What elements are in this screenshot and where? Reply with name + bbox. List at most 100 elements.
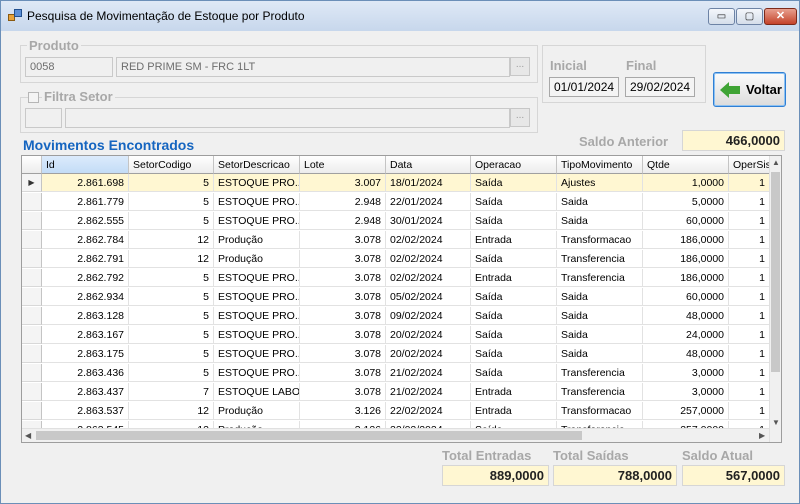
cell-setor-descricao[interactable]: ESTOQUE PRO...: [214, 307, 300, 325]
cell-lote[interactable]: 3.078: [300, 307, 386, 325]
cell-qtde[interactable]: 24,0000: [643, 326, 729, 344]
minimize-button[interactable]: ▭: [708, 8, 735, 25]
row-header[interactable]: [22, 364, 42, 382]
table-row[interactable]: 2.863.167 5 ESTOQUE PRO... 3.078 20/02/2024 S…: [22, 326, 770, 344]
cell-setor-codigo[interactable]: 5: [129, 326, 214, 344]
column-header-setor-descricao[interactable]: SetorDescricao: [214, 156, 300, 174]
cell-qtde[interactable]: 257,0000: [643, 402, 729, 420]
cell-setor-codigo[interactable]: 12: [129, 250, 214, 268]
cell-setor-descricao[interactable]: ESTOQUE PRO...: [214, 345, 300, 363]
cell-oper-sist[interactable]: 1: [729, 212, 770, 230]
cell-lote[interactable]: 3.007: [300, 174, 386, 192]
cell-lote[interactable]: 2.948: [300, 212, 386, 230]
cell-tipo-movimento[interactable]: Transferencia: [557, 383, 643, 401]
voltar-button[interactable]: Voltar: [713, 72, 786, 107]
cell-setor-codigo[interactable]: 7: [129, 383, 214, 401]
cell-setor-codigo[interactable]: 5: [129, 193, 214, 211]
column-header-data[interactable]: Data: [386, 156, 471, 174]
scroll-down-icon[interactable]: ▼: [772, 419, 780, 427]
cell-data[interactable]: 20/02/2024: [386, 345, 471, 363]
cell-oper-sist[interactable]: 1: [729, 326, 770, 344]
cell-tipo-movimento[interactable]: Transformacao: [557, 402, 643, 420]
cell-id[interactable]: 2.863.167: [42, 326, 129, 344]
cell-qtde[interactable]: 186,0000: [643, 250, 729, 268]
cell-setor-codigo[interactable]: 12: [129, 402, 214, 420]
cell-operacao[interactable]: Saída: [471, 212, 557, 230]
cell-tipo-movimento[interactable]: Transferencia: [557, 364, 643, 382]
cell-lote[interactable]: 3.126: [300, 402, 386, 420]
cell-oper-sist[interactable]: 1: [729, 402, 770, 420]
cell-id[interactable]: 2.863.437: [42, 383, 129, 401]
cell-qtde[interactable]: 186,0000: [643, 231, 729, 249]
cell-lote[interactable]: 3.078: [300, 269, 386, 287]
cell-tipo-movimento[interactable]: Saida: [557, 288, 643, 306]
cell-id[interactable]: 2.862.934: [42, 288, 129, 306]
scroll-right-icon[interactable]: ▶: [759, 432, 765, 440]
column-header-setor-codigo[interactable]: SetorCodigo: [129, 156, 214, 174]
cell-data[interactable]: 02/02/2024: [386, 250, 471, 268]
cell-oper-sist[interactable]: 1: [729, 269, 770, 287]
cell-oper-sist[interactable]: 1: [729, 288, 770, 306]
cell-lote[interactable]: 3.078: [300, 231, 386, 249]
column-header-operacao[interactable]: Operacao: [471, 156, 557, 174]
cell-tipo-movimento[interactable]: Saida: [557, 307, 643, 325]
cell-lote[interactable]: 3.078: [300, 250, 386, 268]
column-header-lote[interactable]: Lote: [300, 156, 386, 174]
cell-setor-descricao[interactable]: ESTOQUE PRO...: [214, 269, 300, 287]
cell-setor-descricao[interactable]: ESTOQUE PRO...: [214, 212, 300, 230]
table-row[interactable]: 2.863.437 7 ESTOQUE LABO... 3.078 21/02/2024…: [22, 383, 770, 401]
cell-lote[interactable]: 3.078: [300, 383, 386, 401]
table-row[interactable]: 2.862.791 12 Produção 3.078 02/02/2024 Saída T…: [22, 250, 770, 268]
cell-id[interactable]: 2.861.698: [42, 174, 129, 192]
cell-operacao[interactable]: Entrada: [471, 231, 557, 249]
cell-qtde[interactable]: 1,0000: [643, 174, 729, 192]
column-header-id[interactable]: Id: [42, 156, 129, 174]
cell-operacao[interactable]: Saída: [471, 307, 557, 325]
cell-id[interactable]: 2.863.537: [42, 402, 129, 420]
row-header[interactable]: [22, 193, 42, 211]
cell-tipo-movimento[interactable]: Saida: [557, 345, 643, 363]
cell-setor-codigo[interactable]: 5: [129, 269, 214, 287]
cell-oper-sist[interactable]: 1: [729, 174, 770, 192]
cell-id[interactable]: 2.863.128: [42, 307, 129, 325]
cell-id[interactable]: 2.863.436: [42, 364, 129, 382]
horizontal-scroll-thumb[interactable]: [36, 431, 582, 440]
cell-data[interactable]: 20/02/2024: [386, 326, 471, 344]
cell-setor-descricao[interactable]: ESTOQUE PRO...: [214, 364, 300, 382]
cell-id[interactable]: 2.862.791: [42, 250, 129, 268]
close-button[interactable]: ✕: [764, 8, 797, 25]
setor-name-field[interactable]: [65, 108, 510, 128]
cell-lote[interactable]: 3.078: [300, 288, 386, 306]
cell-operacao[interactable]: Entrada: [471, 269, 557, 287]
cell-setor-descricao[interactable]: Produção: [214, 250, 300, 268]
setor-code-field[interactable]: [25, 108, 62, 128]
filtra-setor-checkbox[interactable]: [28, 92, 39, 103]
maximize-button[interactable]: ▢: [736, 8, 763, 25]
cell-setor-codigo[interactable]: 12: [129, 231, 214, 249]
cell-oper-sist[interactable]: 1: [729, 231, 770, 249]
row-header[interactable]: [22, 345, 42, 363]
cell-oper-sist[interactable]: 1: [729, 345, 770, 363]
cell-data[interactable]: 22/01/2024: [386, 193, 471, 211]
cell-oper-sist[interactable]: 1: [729, 193, 770, 211]
cell-id[interactable]: 2.862.784: [42, 231, 129, 249]
cell-setor-codigo[interactable]: 5: [129, 174, 214, 192]
table-row[interactable]: ▶ 2.861.698 5 ESTOQUE PRO... 3.007 18/01/2024…: [22, 174, 770, 192]
row-header[interactable]: [22, 231, 42, 249]
table-row[interactable]: 2.863.175 5 ESTOQUE PRO... 3.078 20/02/2024 S…: [22, 345, 770, 363]
produto-lookup-button[interactable]: ...: [510, 57, 530, 76]
row-header[interactable]: [22, 307, 42, 325]
current-row-indicator-icon[interactable]: ▶: [22, 174, 42, 192]
cell-data[interactable]: 05/02/2024: [386, 288, 471, 306]
row-header[interactable]: [22, 326, 42, 344]
cell-qtde[interactable]: 60,0000: [643, 288, 729, 306]
column-header-oper-sist[interactable]: OperSist: [729, 156, 770, 174]
cell-setor-codigo[interactable]: 5: [129, 307, 214, 325]
table-row[interactable]: 2.863.537 12 Produção 3.126 22/02/2024 Entrad…: [22, 402, 770, 420]
movimentos-grid[interactable]: Id SetorCodigo SetorDescricao Lote Data …: [21, 155, 782, 443]
cell-tipo-movimento[interactable]: Transformacao: [557, 231, 643, 249]
cell-tipo-movimento[interactable]: Saida: [557, 193, 643, 211]
cell-operacao[interactable]: Entrada: [471, 383, 557, 401]
cell-setor-codigo[interactable]: 5: [129, 345, 214, 363]
table-row[interactable]: 2.863.128 5 ESTOQUE PRO... 3.078 09/02/2024 S…: [22, 307, 770, 325]
